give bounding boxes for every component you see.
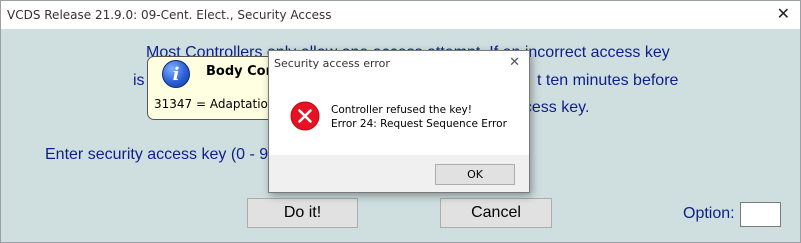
do-it-button[interactable]: Do it!	[247, 198, 358, 228]
dialog-title: Security access error	[274, 57, 390, 70]
option-input[interactable]	[740, 202, 781, 227]
info-icon: i	[162, 60, 190, 88]
tooltip-text: 31347 = Adaptation	[154, 97, 276, 111]
window-close-icon[interactable]: ✕	[777, 4, 790, 23]
window-title: VCDS Release 21.9.0: 09-Cent. Elect., Se…	[7, 8, 332, 22]
dialog-message-line-1: Controller refused the key!	[331, 104, 472, 116]
ok-button[interactable]: OK	[435, 164, 515, 185]
dialog-message: Controller refused the key! Error 24: Re…	[331, 103, 507, 131]
security-access-error-dialog: Security access error ✕ Controller refus…	[268, 50, 530, 193]
dialog-message-line-2: Error 24: Request Sequence Error	[331, 118, 507, 130]
info-balloon-tooltip: i Body Cont 31347 = Adaptation	[147, 56, 283, 120]
security-key-prompt: Enter security access key (0 - 99	[45, 146, 278, 163]
dialog-footer: OK	[269, 155, 529, 192]
option-label: Option:	[683, 205, 735, 222]
message-line-2-tail: t ten minutes before	[537, 72, 679, 89]
title-bar: VCDS Release 21.9.0: 09-Cent. Elect., Se…	[1, 1, 800, 29]
cancel-button[interactable]: Cancel	[440, 198, 552, 228]
message-line-2: is	[133, 72, 145, 89]
error-icon	[290, 101, 320, 131]
dialog-close-icon[interactable]: ✕	[509, 55, 520, 70]
